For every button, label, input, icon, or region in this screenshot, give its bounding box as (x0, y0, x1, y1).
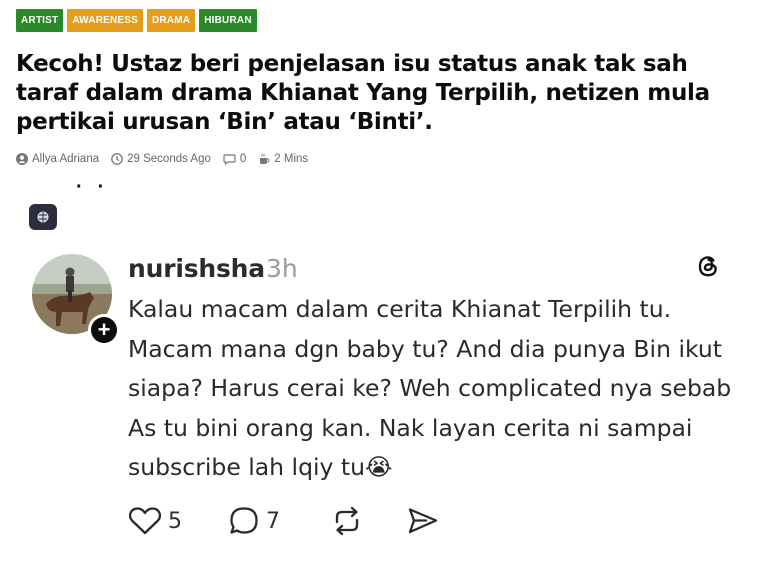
post-username[interactable]: nurishsha (128, 254, 265, 283)
threads-post: + nurishsha 3h Kalau macam dalam cerita … (0, 240, 768, 563)
plus-icon: + (91, 317, 117, 343)
post-body: Kalau macam dalam cerita Khianat Terpili… (128, 295, 732, 481)
share-button[interactable] (406, 505, 440, 537)
repost-button[interactable] (330, 505, 364, 537)
reply-count: 7 (266, 508, 280, 534)
tag-artist[interactable]: ARTIST (16, 9, 64, 32)
comment-bubble-icon (230, 507, 258, 534)
avatar-wrapper[interactable]: + (32, 254, 120, 346)
comment-icon (223, 154, 236, 165)
post-actions: 5 7 (128, 505, 440, 537)
send-icon (408, 508, 438, 534)
comment-count: 0 (239, 153, 247, 165)
tag-drama[interactable]: DRAMA (147, 9, 196, 32)
article-headline: Kecoh! Ustaz beri penjelasan isu status … (16, 51, 710, 135)
tag-hiburan[interactable]: HIBURAN (199, 9, 257, 32)
read-time: 2 Mins (274, 153, 309, 165)
article-meta: Allya Adriana 29 Seconds Ago 0 2 Mins (16, 153, 314, 165)
user-icon (16, 153, 28, 165)
meta-comments[interactable]: 0 (223, 153, 246, 165)
coffee-icon (260, 154, 270, 164)
meta-author[interactable]: Allya Adriana (16, 153, 99, 165)
tag-awareness[interactable]: AWARENESS (67, 9, 144, 32)
heart-icon (128, 507, 162, 535)
like-button[interactable]: 5 (128, 506, 182, 536)
post-time: 3h (266, 254, 298, 283)
category-tags: ARTIST AWARENESS DRAMA HIBURAN (16, 9, 257, 32)
loading-dots: ·· (76, 176, 120, 198)
threads-logo-icon[interactable] (693, 251, 723, 281)
author-name: Allya Adriana (32, 153, 100, 165)
repost-icon (335, 506, 359, 536)
follow-button[interactable]: + (88, 314, 120, 346)
clock-icon (111, 153, 123, 165)
brain-icon (37, 211, 49, 223)
reply-button[interactable]: 7 (228, 505, 280, 537)
meta-readtime: 2 Mins (258, 153, 308, 165)
embed-logo-badge (29, 204, 57, 230)
like-count: 5 (168, 508, 182, 534)
publish-time: 29 Seconds Ago (127, 153, 211, 165)
meta-time: 29 Seconds Ago (111, 153, 211, 165)
